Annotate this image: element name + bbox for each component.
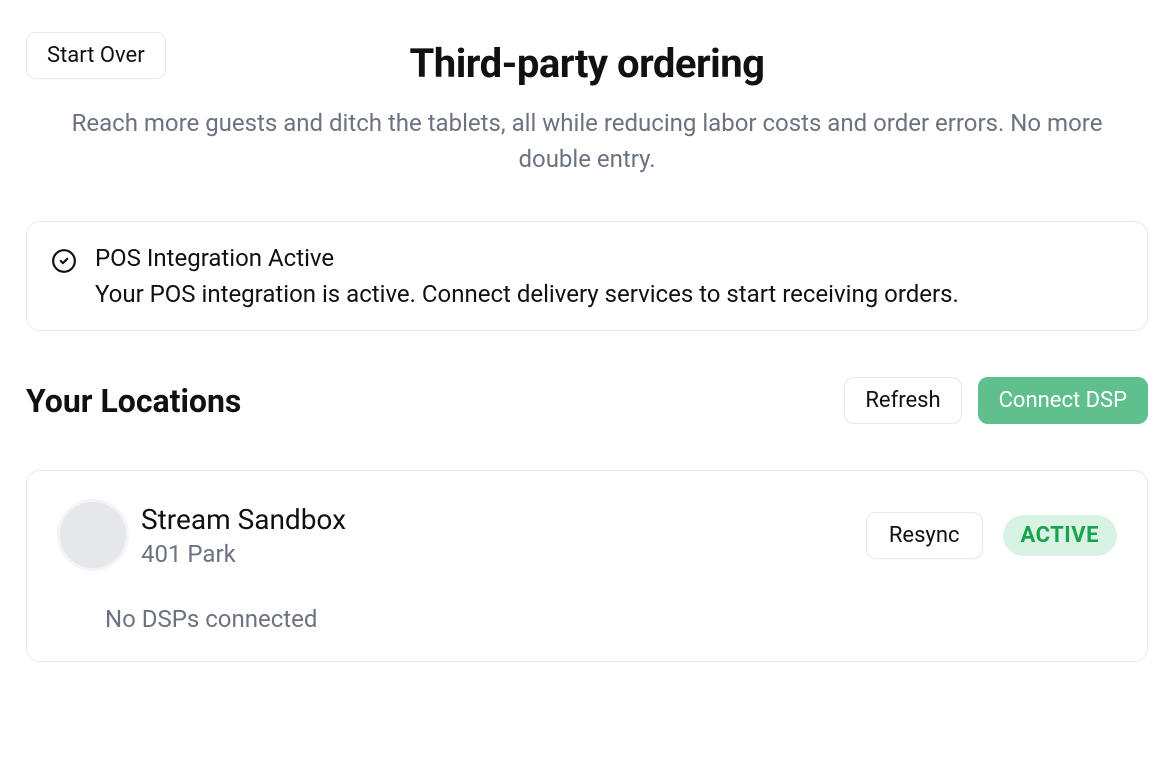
- alert-description: Your POS integration is active. Connect …: [95, 280, 959, 308]
- connect-dsp-button[interactable]: Connect DSP: [978, 377, 1148, 424]
- location-name: Stream Sandbox: [141, 503, 346, 536]
- alert-body: POS Integration Active Your POS integrat…: [95, 244, 959, 308]
- start-over-button[interactable]: Start Over: [26, 32, 166, 79]
- location-avatar: [57, 499, 129, 571]
- page-root: Start Over Third-party ordering Reach mo…: [0, 0, 1174, 694]
- pos-integration-alert: POS Integration Active Your POS integrat…: [26, 221, 1148, 331]
- location-address: 401 Park: [141, 540, 346, 568]
- page-title: Third-party ordering: [26, 32, 1148, 87]
- status-badge: ACTIVE: [1003, 515, 1118, 556]
- refresh-button[interactable]: Refresh: [844, 377, 961, 424]
- resync-button[interactable]: Resync: [866, 512, 983, 559]
- alert-title: POS Integration Active: [95, 244, 959, 272]
- location-card: Stream Sandbox 401 Park Resync ACTIVE No…: [26, 470, 1148, 662]
- locations-heading: Your Locations: [26, 382, 241, 420]
- dsp-connection-status: No DSPs connected: [57, 605, 1117, 633]
- locations-actions: Refresh Connect DSP: [844, 377, 1148, 424]
- page-subtitle: Reach more guests and ditch the tablets,…: [37, 105, 1137, 177]
- page-header: Start Over Third-party ordering: [26, 32, 1148, 87]
- locations-section-header: Your Locations Refresh Connect DSP: [26, 377, 1148, 424]
- location-info: Stream Sandbox 401 Park: [57, 499, 346, 571]
- location-actions: Resync ACTIVE: [866, 512, 1117, 559]
- location-card-header: Stream Sandbox 401 Park Resync ACTIVE: [57, 499, 1117, 571]
- location-text: Stream Sandbox 401 Park: [141, 503, 346, 568]
- check-circle-icon: [51, 248, 77, 274]
